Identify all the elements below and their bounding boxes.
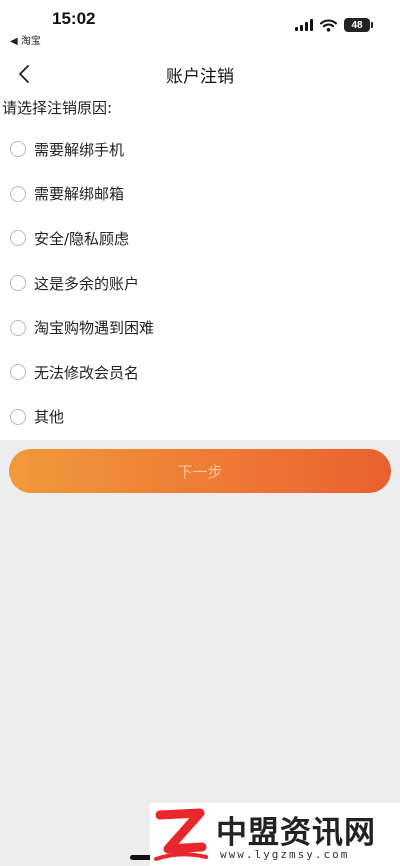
status-icons: 48 — [295, 15, 373, 35]
next-step-button[interactable]: 下一步 — [9, 449, 391, 493]
battery-icon: 48 — [344, 18, 373, 32]
reason-option-privacy[interactable]: 安全/隐私顾虑 — [0, 216, 400, 261]
reason-option-cannot-rename[interactable]: 无法修改会员名 — [0, 350, 400, 395]
radio-button[interactable] — [10, 319, 26, 336]
reason-option-unbind-phone[interactable]: 需要解绑手机 — [0, 127, 400, 172]
option-label: 需要解绑手机 — [34, 140, 125, 159]
watermark-logo-icon — [154, 808, 208, 861]
reason-option-shopping-difficulty[interactable]: 淘宝购物遇到困难 — [0, 305, 400, 350]
site-watermark: 中盟资讯网 www.lygzmsy.com — [150, 803, 400, 866]
wifi-icon — [320, 19, 337, 32]
radio-button[interactable] — [10, 141, 26, 158]
watermark-url: www.lygzmsy.com — [220, 848, 350, 861]
option-label: 需要解绑邮箱 — [34, 185, 125, 204]
radio-button[interactable] — [10, 364, 26, 381]
option-label: 淘宝购物遇到困难 — [34, 319, 155, 338]
radio-button[interactable] — [10, 185, 26, 202]
radio-button[interactable] — [10, 275, 26, 292]
option-label: 这是多余的账户 — [34, 274, 140, 293]
page-title: 账户注销 — [166, 67, 234, 87]
status-time: 15:02 — [52, 9, 96, 28]
reason-prompt: 请选择注销原因: — [2, 99, 113, 117]
cellular-signal-icon — [295, 19, 313, 31]
radio-button[interactable] — [10, 408, 26, 425]
reason-option-unbind-email[interactable]: 需要解绑邮箱 — [0, 172, 400, 217]
watermark-name: 中盟资讯网 — [216, 815, 376, 851]
reason-options: 需要解绑手机 需要解绑邮箱 安全/隐私顾虑 这是多余的账户 淘宝购物遇到困难 无… — [0, 127, 400, 439]
reason-option-other[interactable]: 其他 — [0, 395, 400, 440]
radio-button[interactable] — [10, 230, 26, 247]
option-label: 安全/隐私顾虑 — [34, 229, 130, 248]
option-label: 其他 — [34, 408, 65, 427]
back-to-app-link[interactable]: ◀ 淘宝 — [10, 32, 41, 47]
option-label: 无法修改会员名 — [34, 363, 140, 382]
reason-option-redundant-account[interactable]: 这是多余的账户 — [0, 261, 400, 306]
